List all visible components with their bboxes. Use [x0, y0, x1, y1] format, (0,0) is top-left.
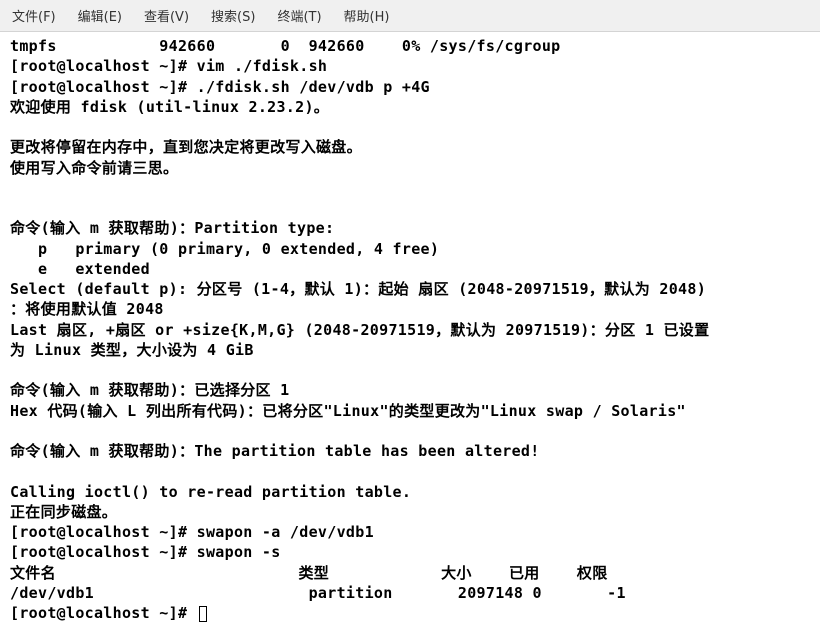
terminal-prompt: [root@localhost ~]# [10, 604, 197, 622]
terminal-line: [root@localhost ~]# swapon -s [10, 542, 810, 562]
terminal-line: 正在同步磁盘。 [10, 502, 810, 522]
terminal-line: 使用写入命令前请三思。 [10, 158, 810, 178]
terminal-line: 更改将停留在内存中，直到您决定将更改写入磁盘。 [10, 137, 810, 157]
terminal-line: ：将使用默认值 2048 [10, 299, 810, 319]
terminal-cursor [199, 606, 207, 622]
terminal-line: 命令(输入 m 获取帮助)：Partition type: [10, 218, 810, 238]
menu-edit[interactable]: 编辑(E) [74, 4, 126, 27]
terminal-line: 文件名 类型 大小 已用 权限 [10, 563, 810, 583]
terminal-line [10, 461, 810, 481]
terminal-line: Calling ioctl() to re-read partition tab… [10, 482, 810, 502]
terminal-line [10, 117, 810, 137]
terminal-line: /dev/vdb1 partition 2097148 0 -1 [10, 583, 810, 603]
terminal-line [10, 360, 810, 380]
menu-help[interactable]: 帮助(H) [340, 4, 394, 27]
menu-view[interactable]: 查看(V) [140, 4, 193, 27]
terminal-line [10, 178, 810, 198]
terminal-line: Select (default p): 分区号 (1-4，默认 1)：起始 扇区… [10, 279, 810, 299]
terminal-line: 命令(输入 m 获取帮助)：已选择分区 1 [10, 380, 810, 400]
terminal-line: p primary (0 primary, 0 extended, 4 free… [10, 239, 810, 259]
terminal-line: 为 Linux 类型，大小设为 4 GiB [10, 340, 810, 360]
menu-search[interactable]: 搜索(S) [207, 4, 259, 27]
terminal-line [10, 421, 810, 441]
terminal-line: [root@localhost ~]# vim ./fdisk.sh [10, 56, 810, 76]
terminal-prompt-line[interactable]: [root@localhost ~]# [10, 603, 810, 623]
terminal-output[interactable]: tmpfs 942660 0 942660 0% /sys/fs/cgroup[… [0, 32, 820, 627]
terminal-line: 命令(输入 m 获取帮助)：The partition table has be… [10, 441, 810, 461]
terminal-line: [root@localhost ~]# ./fdisk.sh /dev/vdb … [10, 77, 810, 97]
terminal-line: Hex 代码(输入 L 列出所有代码)：已将分区"Linux"的类型更改为"Li… [10, 401, 810, 421]
terminal-line: tmpfs 942660 0 942660 0% /sys/fs/cgroup [10, 36, 810, 56]
terminal-line: e extended [10, 259, 810, 279]
menu-terminal[interactable]: 终端(T) [273, 4, 325, 27]
terminal-line: [root@localhost ~]# swapon -a /dev/vdb1 [10, 522, 810, 542]
terminal-line: Last 扇区, +扇区 or +size{K,M,G} (2048-20971… [10, 320, 810, 340]
menu-file[interactable]: 文件(F) [8, 4, 60, 27]
terminal-line: 欢迎使用 fdisk (util-linux 2.23.2)。 [10, 97, 810, 117]
terminal-line [10, 198, 810, 218]
menubar: 文件(F) 编辑(E) 查看(V) 搜索(S) 终端(T) 帮助(H) [0, 0, 820, 32]
